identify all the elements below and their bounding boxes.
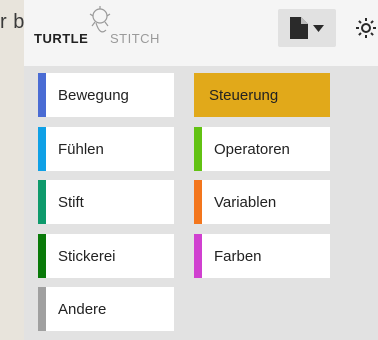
file-icon [290,17,308,39]
category-stift[interactable]: Stift [38,180,174,224]
category-andere[interactable]: Andere [38,287,174,331]
gear-icon [356,18,376,38]
category-variablen[interactable]: Variablen [194,180,330,224]
category-palette: Bewegung Steuerung Fühlen Operatoren Stift Va… [24,66,378,340]
category-label: Operatoren [214,140,290,158]
logo-text-stitch: STITCH [110,31,160,46]
category-label: Andere [58,300,107,318]
settings-button[interactable] [354,9,378,47]
category-f-hlen[interactable]: Fühlen [38,127,174,171]
category-bewegung[interactable]: Bewegung [38,73,174,117]
category-color-bar [38,287,46,331]
category-color-bar [194,180,202,224]
category-color-bar [38,180,46,224]
caret-down-icon [313,24,324,32]
category-color-bar [38,127,46,171]
category-label: Fühlen [58,140,104,158]
turtlestitch-app: TURTLE STITCH Bewegung Steuerung Fühlen … [24,0,378,340]
category-color-bar [194,234,202,278]
top-bar: TURTLE STITCH [24,0,378,66]
category-label: Steuerung [209,86,279,104]
category-stickerei[interactable]: Stickerei [38,234,174,278]
logo-text-turtle: TURTLE [34,31,89,46]
category-label: Stift [58,193,84,211]
category-color-bar [38,73,46,117]
category-steuerung[interactable]: Steuerung [194,73,330,117]
category-color-bar [194,127,202,171]
turtlestitch-logo[interactable]: TURTLE STITCH [34,6,194,48]
category-farben[interactable]: Farben [194,234,330,278]
category-label: Farben [214,247,262,265]
category-operatoren[interactable]: Operatoren [194,127,330,171]
category-color-bar [38,234,46,278]
category-label: Bewegung [58,86,129,104]
category-label: Variablen [214,193,277,211]
category-label: Stickerei [58,247,116,265]
page-text-fragment: r b [0,11,25,33]
file-menu-button[interactable] [278,9,336,47]
